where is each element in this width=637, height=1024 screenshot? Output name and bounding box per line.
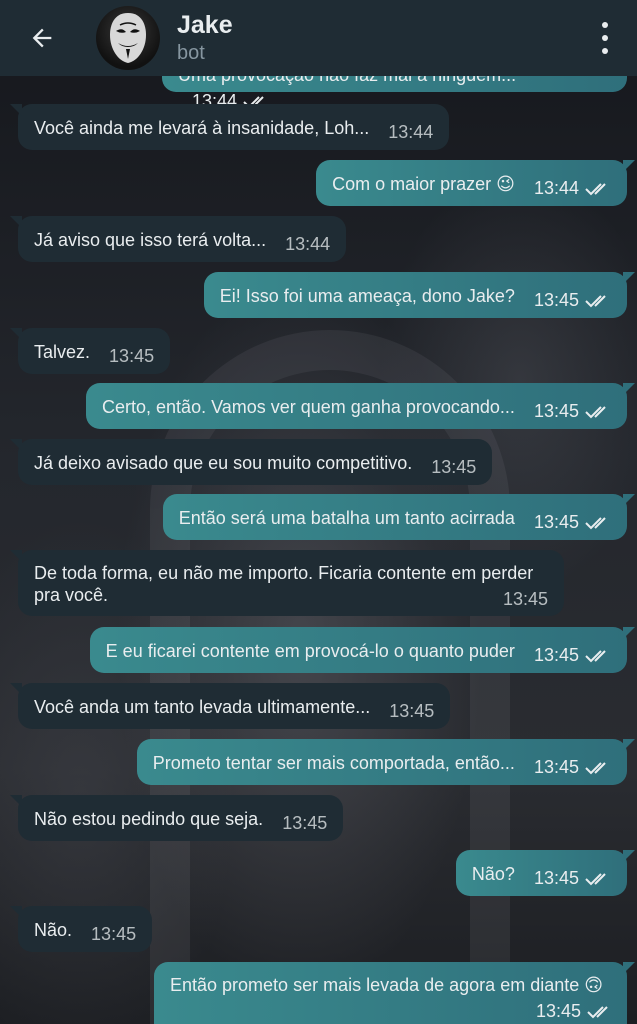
message-text: Já aviso que isso terá volta... — [34, 230, 267, 250]
double-check-icon — [585, 295, 606, 308]
double-check-icon — [585, 183, 606, 196]
double-check-icon — [587, 1006, 608, 1019]
double-check-icon — [585, 650, 606, 663]
double-check-icon — [585, 762, 606, 775]
mask-avatar-icon — [110, 13, 146, 63]
message-time: 13:45 — [533, 401, 579, 421]
contact-avatar[interactable] — [96, 6, 160, 70]
message-outgoing[interactable]: Com o maior prazer 😉 13:44 — [316, 160, 635, 206]
message-incoming[interactable]: Não estou pedindo que seja. 13:45 — [9, 795, 344, 841]
chat-header: Jake bot — [0, 0, 637, 76]
message-text: Ei! Isso foi uma ameaça, dono Jake? — [219, 286, 515, 306]
message-incoming[interactable]: Você anda um tanto levada ultimamente...… — [9, 683, 451, 729]
contact-name[interactable]: Jake — [177, 10, 233, 40]
message-text: Você anda um tanto levada ultimamente... — [34, 697, 371, 717]
message-text: Com o maior prazer 😉 — [332, 174, 515, 194]
message-text: Então prometo ser mais levada de agora e… — [170, 975, 604, 995]
message-time: 13:45 — [533, 645, 579, 665]
message-time: 13:45 — [431, 457, 477, 477]
message-text: Já deixo avisado que eu sou muito compet… — [34, 453, 413, 473]
message-text: Não estou pedindo que seja. — [34, 809, 264, 829]
wallpaper-arch — [150, 330, 510, 1024]
message-time: 13:45 — [533, 512, 579, 532]
message-text: Talvez. — [34, 342, 91, 362]
message-time: 13:45 — [109, 346, 155, 366]
double-check-icon — [585, 406, 606, 419]
message-outgoing[interactable]: Não? 13:45 — [455, 850, 636, 896]
contact-status: bot — [177, 42, 205, 64]
message-text: Então será uma batalha um tanto acirrada — [178, 508, 515, 528]
double-check-icon — [585, 873, 606, 886]
message-incoming[interactable]: Não. 13:45 — [9, 906, 153, 952]
message-text: Certo, então. Vamos ver quem ganha provo… — [102, 397, 515, 417]
message-text: De toda forma, eu não me importo. Ficari… — [34, 563, 534, 605]
more-vertical-icon[interactable] — [597, 18, 613, 58]
message-time: 13:45 — [533, 290, 579, 310]
message-time: 13:44 — [285, 234, 331, 254]
message-outgoing[interactable]: Então será uma batalha um tanto acirrada… — [162, 494, 636, 540]
message-outgoing[interactable]: Prometo tentar ser mais comportada, entã… — [136, 739, 636, 785]
back-button[interactable] — [20, 16, 64, 60]
message-time: 13:44 — [388, 122, 434, 142]
double-check-icon — [585, 517, 606, 530]
message-time: 13:45 — [389, 701, 435, 721]
message-outgoing[interactable]: Ei! Isso foi uma ameaça, dono Jake? 13:4… — [203, 272, 636, 318]
arrow-left-icon — [32, 28, 52, 48]
message-incoming[interactable]: Já deixo avisado que eu sou muito compet… — [9, 439, 493, 485]
message-text: Prometo tentar ser mais comportada, entã… — [152, 753, 515, 773]
message-text: E eu ficarei contente em provocá-lo o qu… — [105, 641, 515, 661]
message-time: 13:45 — [502, 589, 548, 609]
message-incoming[interactable]: Talvez. 13:45 — [9, 328, 171, 374]
message-text: Não? — [471, 864, 515, 884]
message-time: 13:45 — [533, 868, 579, 888]
message-time: 13:45 — [91, 924, 137, 944]
message-time: 13:45 — [535, 1001, 581, 1021]
message-time: 13:44 — [533, 178, 579, 198]
message-incoming[interactable]: De toda forma, eu não me importo. Ficari… — [10, 550, 564, 616]
message-time: 13:45 — [533, 757, 579, 777]
message-incoming[interactable]: Você ainda me levará à insanidade, Loh..… — [9, 104, 450, 150]
message-outgoing[interactable]: Certo, então. Vamos ver quem ganha provo… — [86, 383, 635, 429]
message-text: Não. — [34, 920, 73, 940]
message-text: Você ainda me levará à insanidade, Loh..… — [34, 118, 370, 138]
message-outgoing[interactable]: E eu ficarei contente em provocá-lo o qu… — [89, 627, 636, 673]
message-outgoing[interactable]: Então prometo ser mais levada de agora e… — [154, 962, 635, 1024]
message-time: 13:45 — [282, 813, 328, 833]
message-incoming[interactable]: Já aviso que isso terá volta... 13:44 — [9, 216, 347, 262]
